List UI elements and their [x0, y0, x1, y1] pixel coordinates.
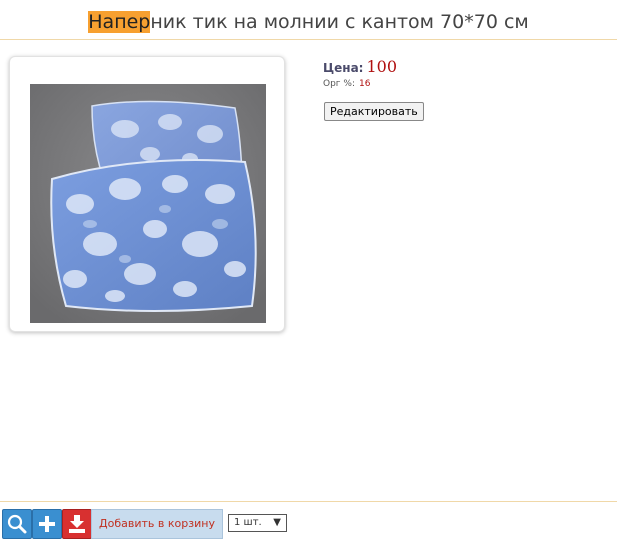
- quantity-value: 1 шт.: [234, 517, 262, 528]
- pillow-image: [30, 84, 266, 323]
- top-divider: [0, 39, 617, 40]
- add-button[interactable]: [32, 509, 62, 539]
- edit-button[interactable]: Редактировать: [324, 102, 424, 121]
- bottom-divider: [0, 501, 617, 502]
- page-title: Наперник тик на молнии с кантом 70*70 см: [0, 9, 617, 35]
- chevron-down-icon: ▼: [273, 517, 281, 528]
- org-percent-label: Орг %:: [323, 79, 355, 89]
- plus-icon: [39, 516, 55, 532]
- product-photo[interactable]: [30, 84, 266, 323]
- org-percent-value: 16: [358, 79, 371, 89]
- price-value: 100: [366, 57, 398, 76]
- title-highlight: Напер: [88, 11, 151, 33]
- quantity-select[interactable]: 1 шт. ▼: [228, 514, 287, 532]
- product-photo-card[interactable]: [9, 56, 285, 332]
- cart-download-button[interactable]: [62, 509, 92, 539]
- org-percent-row: Орг %: 16: [323, 79, 370, 89]
- add-to-cart-button[interactable]: Добавить в корзину: [91, 509, 223, 539]
- search-icon: [7, 514, 27, 534]
- title-rest: ник тик на молнии с кантом 70*70 см: [150, 11, 529, 33]
- price-label: Цена:: [323, 61, 364, 75]
- price-row: Цена: 100: [323, 57, 397, 76]
- download-cart-icon: [69, 515, 85, 533]
- zoom-button[interactable]: [2, 509, 32, 539]
